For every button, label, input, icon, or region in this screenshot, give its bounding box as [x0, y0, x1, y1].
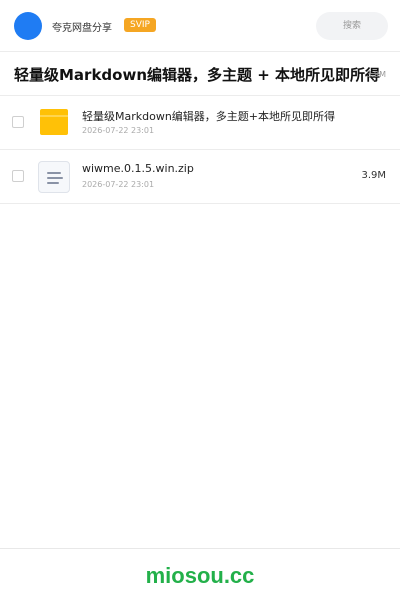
- list-item[interactable]: 轻量级Markdown编辑器，多主题+本地所见即所得 2026-07-22 23…: [0, 96, 400, 150]
- file-name[interactable]: 轻量级Markdown编辑器，多主题+本地所见即所得: [82, 108, 335, 124]
- share-title-row: 轻量级Markdown编辑器，多主题 + 本地所见即所得 3.9M: [0, 52, 400, 96]
- file-name[interactable]: wiwme.0.1.5.win.zip: [82, 162, 194, 175]
- search-button[interactable]: 搜索: [316, 12, 388, 40]
- avatar[interactable]: [14, 12, 42, 40]
- file-date: 2026-07-22 23:01: [82, 126, 155, 135]
- total-size: 3.9M: [366, 70, 386, 79]
- select-checkbox[interactable]: [12, 170, 24, 182]
- list-item[interactable]: wiwme.0.1.5.win.zip 2026-07-22 23:01 3.9…: [0, 150, 400, 204]
- footer: miosou.cc: [0, 548, 400, 600]
- page-title: 轻量级Markdown编辑器，多主题 + 本地所见即所得: [14, 66, 381, 84]
- folder-icon: [40, 109, 68, 135]
- brand-name: 夸克网盘分享: [52, 23, 112, 34]
- svip-badge: SVIP: [124, 18, 156, 32]
- select-checkbox[interactable]: [12, 116, 24, 128]
- footer-logo[interactable]: miosou.cc: [0, 563, 400, 589]
- app-header: 夸克网盘分享 SVIP 搜索: [0, 0, 400, 52]
- file-size: 3.9M: [361, 170, 386, 181]
- file-icon: [38, 161, 70, 193]
- file-date: 2026-07-22 23:01: [82, 180, 155, 189]
